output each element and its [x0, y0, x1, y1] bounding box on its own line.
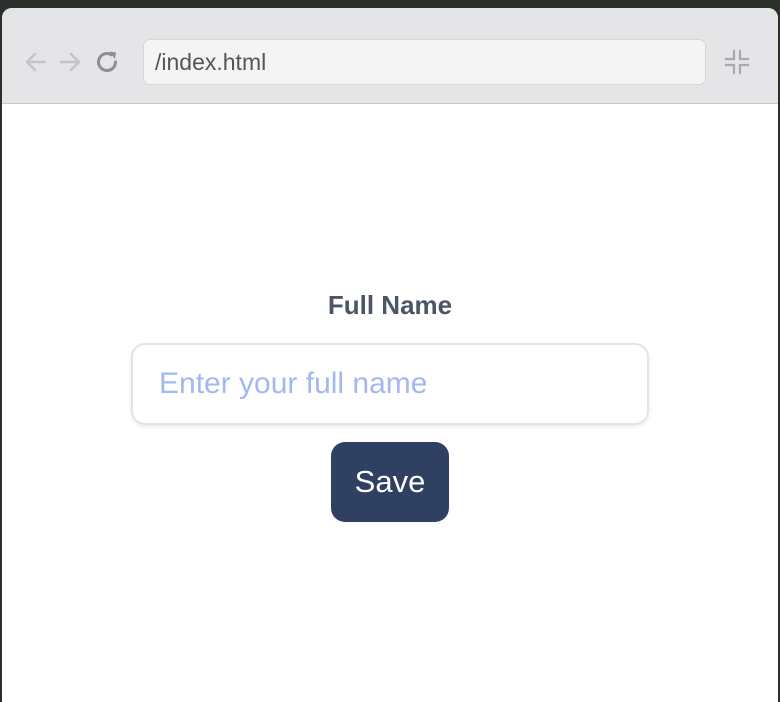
reload-icon	[97, 51, 117, 72]
exit-fullscreen-icon	[724, 49, 750, 75]
reload-button[interactable]	[93, 48, 121, 76]
save-button[interactable]: Save	[331, 442, 449, 522]
back-button[interactable]	[22, 48, 50, 76]
address-text: /index.html	[155, 48, 267, 75]
full-name-label: Full Name	[327, 290, 453, 320]
browser-window: /index.html Full Name Save	[2, 8, 778, 702]
full-name-input[interactable]	[131, 343, 649, 425]
exit-fullscreen-button[interactable]	[724, 49, 750, 75]
address-bar[interactable]: /index.html	[143, 39, 706, 85]
arrow-left-icon	[25, 52, 47, 72]
page-content: Full Name Save	[2, 104, 778, 702]
browser-toolbar: /index.html	[2, 8, 778, 104]
forward-button[interactable]	[56, 48, 84, 76]
arrow-right-icon	[59, 52, 81, 72]
